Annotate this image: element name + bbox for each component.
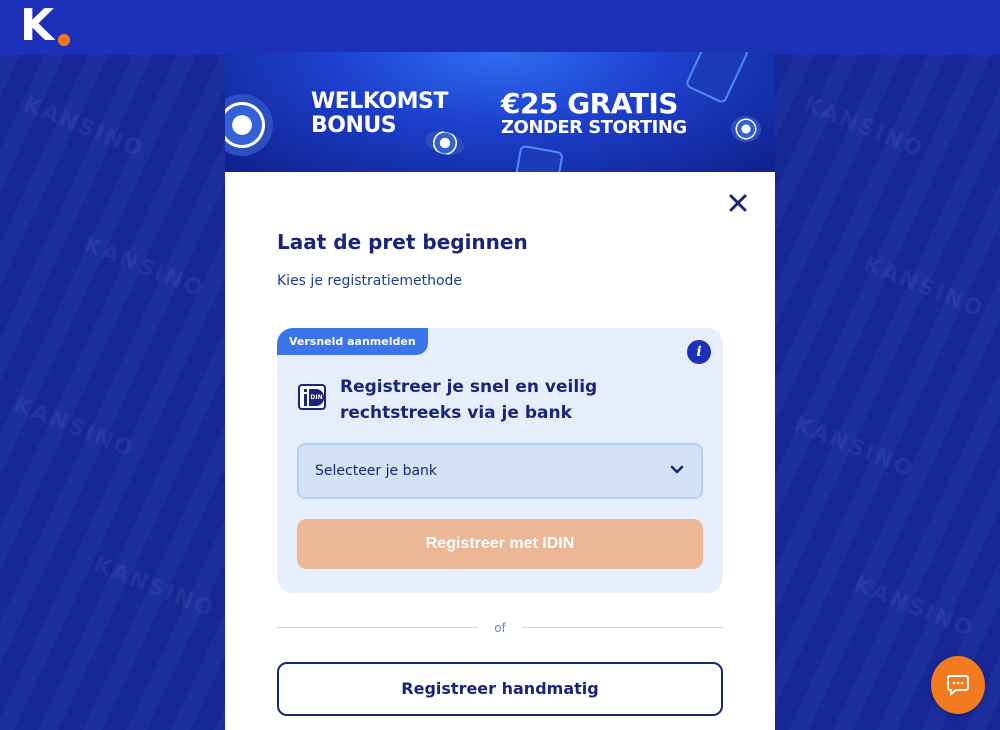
info-icon[interactable]: i <box>687 340 711 364</box>
promo-banner: WELKOMST BONUS €25 GRATIS ZONDER STORTIN… <box>225 52 775 172</box>
brand-logo[interactable]: K <box>20 4 80 48</box>
banner-left-line1: WELKOMST <box>311 89 448 114</box>
logo-letter: K <box>20 0 54 51</box>
banner-right-line1: €25 GRATIS <box>501 87 678 120</box>
logo-dot <box>58 34 70 46</box>
banner-left-line2: BONUS <box>311 113 397 138</box>
fast-signup-tag: Versneld aanmelden <box>277 328 428 355</box>
banner-right-line2: ZONDER STORTING <box>501 117 687 138</box>
top-bar: K <box>0 0 1000 55</box>
bank-select[interactable]: Selecteer je bank <box>297 443 703 499</box>
register-manually-button[interactable]: Registreer handmatig <box>277 662 723 716</box>
bank-select-value: Selecteer je bank <box>315 463 438 479</box>
register-with-idin-button[interactable]: Registreer met IDIN <box>297 519 703 569</box>
close-icon[interactable] <box>727 192 749 214</box>
chevron-down-icon <box>670 465 684 474</box>
idin-icon: DIN <box>298 384 326 410</box>
playing-card-image <box>510 144 564 172</box>
or-divider: of <box>277 618 723 638</box>
idin-panel: Versneld aanmelden i DIN Registreer je s… <box>277 328 723 593</box>
idin-heading: Registreer je snel en veilig rechtstreek… <box>340 377 598 423</box>
poker-chip-image <box>225 94 273 156</box>
poker-chip-image <box>731 116 761 142</box>
modal-title: Laat de pret beginnen <box>277 230 528 254</box>
playing-card-image <box>684 52 750 105</box>
modal-subtitle: Kies je registratiemethode <box>277 273 463 289</box>
chat-icon[interactable] <box>931 656 985 714</box>
or-label: of <box>494 621 506 635</box>
banner-offer-text: €25 GRATIS ZONDER STORTING <box>501 90 687 138</box>
registration-modal: WELKOMST BONUS €25 GRATIS ZONDER STORTIN… <box>225 52 775 730</box>
banner-welcome-text: WELKOMST BONUS <box>311 90 448 138</box>
